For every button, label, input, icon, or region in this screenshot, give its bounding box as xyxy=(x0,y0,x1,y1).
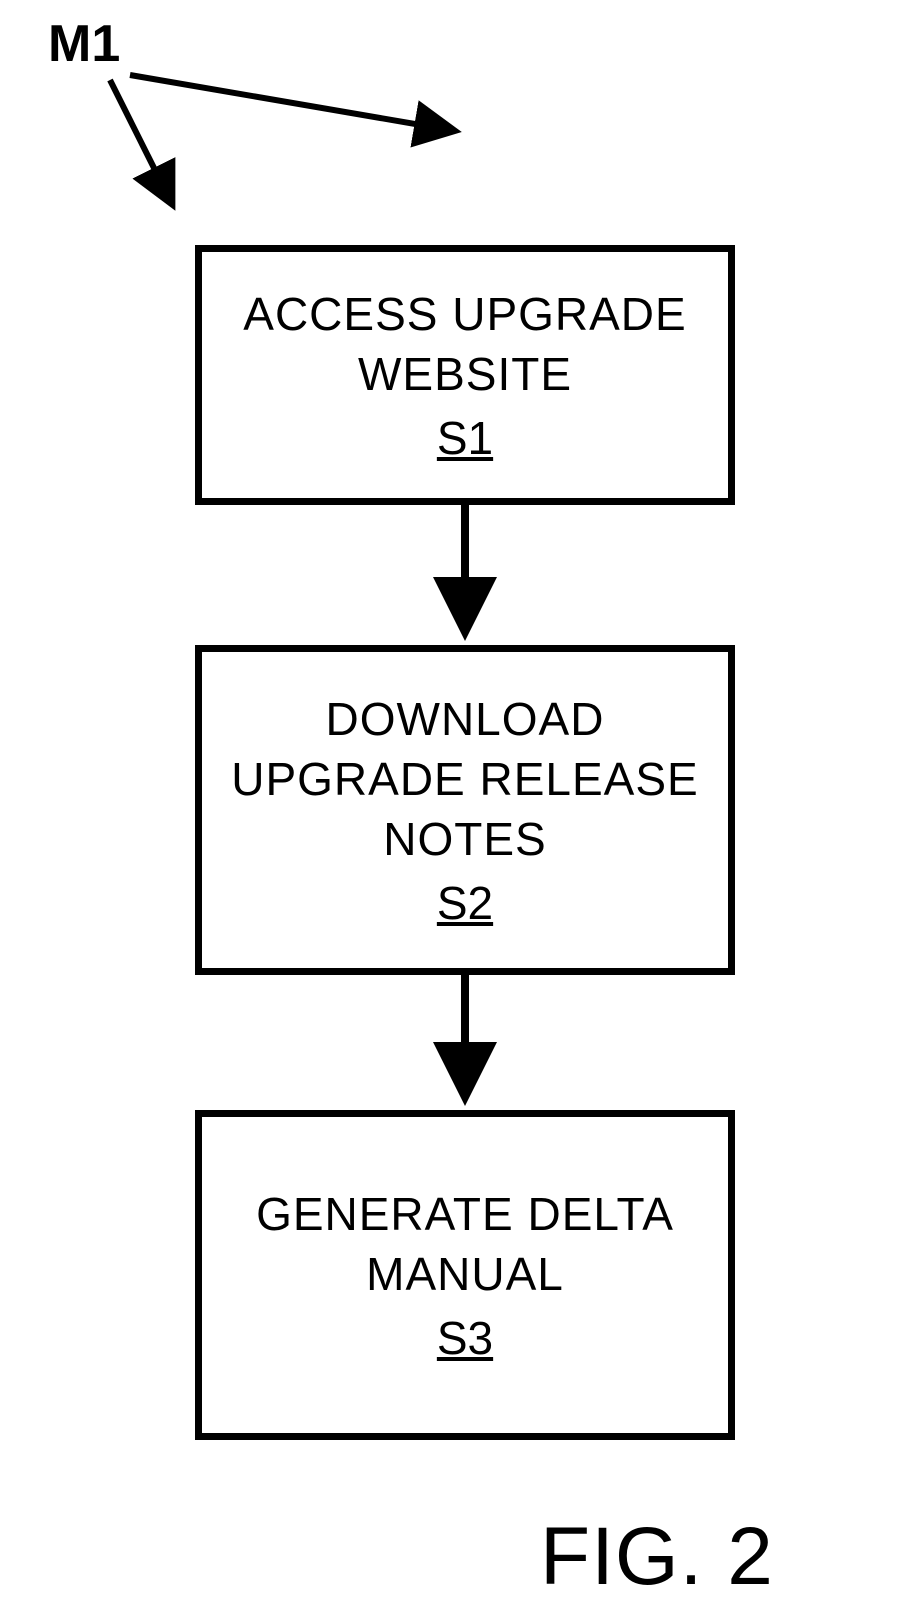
flow-step-s3: GENERATE DELTA MANUAL S3 xyxy=(195,1110,735,1440)
flow-step-code: S3 xyxy=(437,1311,493,1365)
flow-step-code: S2 xyxy=(437,876,493,930)
flow-step-title: GENERATE DELTA MANUAL xyxy=(212,1185,718,1305)
flow-step-title: ACCESS UPGRADE WEBSITE xyxy=(212,285,718,405)
flow-step-s1: ACCESS UPGRADE WEBSITE S1 xyxy=(195,245,735,505)
figure-caption: FIG. 2 xyxy=(540,1510,774,1604)
flow-step-code: S1 xyxy=(437,411,493,465)
flow-step-s2: DOWNLOAD UPGRADE RELEASE NOTES S2 xyxy=(195,645,735,975)
flow-step-title: DOWNLOAD UPGRADE RELEASE NOTES xyxy=(212,690,718,869)
pointer-label-m1: M1 xyxy=(48,14,120,74)
diagram-canvas: M1 ACCESS UPGRADE WEBSITE S1 DOWNLOAD UP… xyxy=(0,0,900,1623)
